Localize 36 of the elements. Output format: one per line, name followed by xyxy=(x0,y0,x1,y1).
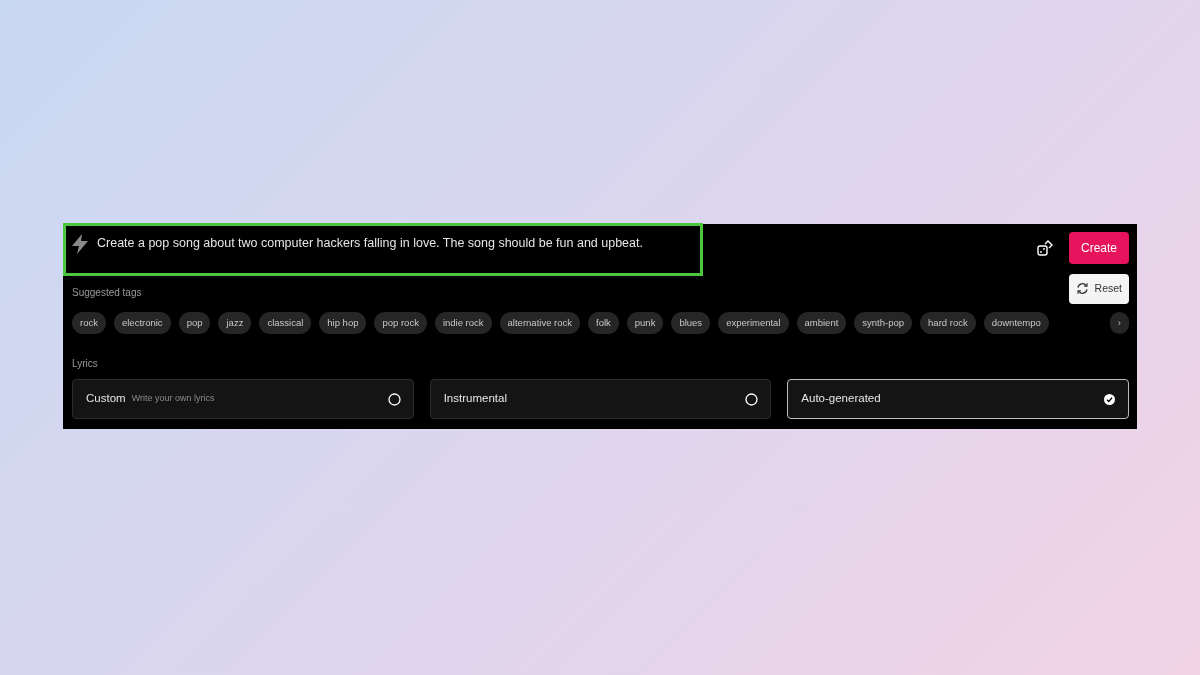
reset-button[interactable]: Reset xyxy=(1068,274,1129,304)
lyrics-option[interactable]: Auto-generated xyxy=(787,379,1129,419)
radio-icon xyxy=(745,392,759,406)
refresh-icon xyxy=(1075,282,1089,296)
tag-chip[interactable]: downtempo xyxy=(983,311,1049,334)
tag-chip[interactable]: synth-pop xyxy=(854,311,913,334)
lyrics-option[interactable]: Custom Write your own lyrics xyxy=(72,379,414,419)
dice-icon[interactable] xyxy=(1036,240,1053,256)
section-label: Suggested tags xyxy=(72,285,142,300)
tag-chip[interactable]: punk xyxy=(626,311,664,334)
tag-chip[interactable]: ambient xyxy=(796,311,847,334)
scroll-right-button[interactable]: › xyxy=(1109,311,1129,334)
option-label: Instrumental xyxy=(443,391,507,407)
check-icon xyxy=(1103,392,1116,406)
tag-chip[interactable]: folk xyxy=(588,311,619,334)
prompt-field[interactable]: Create a pop song about two computer hackers falling in love. The song should be fun and upbeat. xyxy=(63,223,703,276)
tag-chip[interactable]: pop rock xyxy=(374,311,427,334)
tag-chip[interactable]: hard rock xyxy=(920,311,976,334)
create-button[interactable]: Create xyxy=(1068,232,1129,264)
tag-chip[interactable]: classical xyxy=(259,311,312,334)
radio-icon xyxy=(387,392,401,406)
lyrics-option[interactable]: Instrumental xyxy=(429,379,772,419)
tag-chip[interactable]: indie rock xyxy=(434,311,492,334)
tag-chip[interactable]: blues xyxy=(671,311,711,334)
tag-chip[interactable]: alternative rock xyxy=(499,311,580,334)
tag-chip[interactable]: electronic xyxy=(113,311,171,334)
lightning-icon xyxy=(71,233,89,254)
tag-chip[interactable]: rock xyxy=(72,311,106,334)
option-hint: Write your own lyrics xyxy=(131,392,215,406)
tag-chip[interactable]: jazz xyxy=(218,311,252,334)
section-label: Lyrics xyxy=(72,357,99,371)
tag-chip[interactable]: experimental xyxy=(718,311,789,334)
option-label: Auto-generated xyxy=(801,391,881,407)
tag-chip[interactable]: pop xyxy=(178,311,211,334)
tag-chip[interactable]: hip hop xyxy=(319,311,367,334)
option-label: Custom xyxy=(86,391,126,407)
